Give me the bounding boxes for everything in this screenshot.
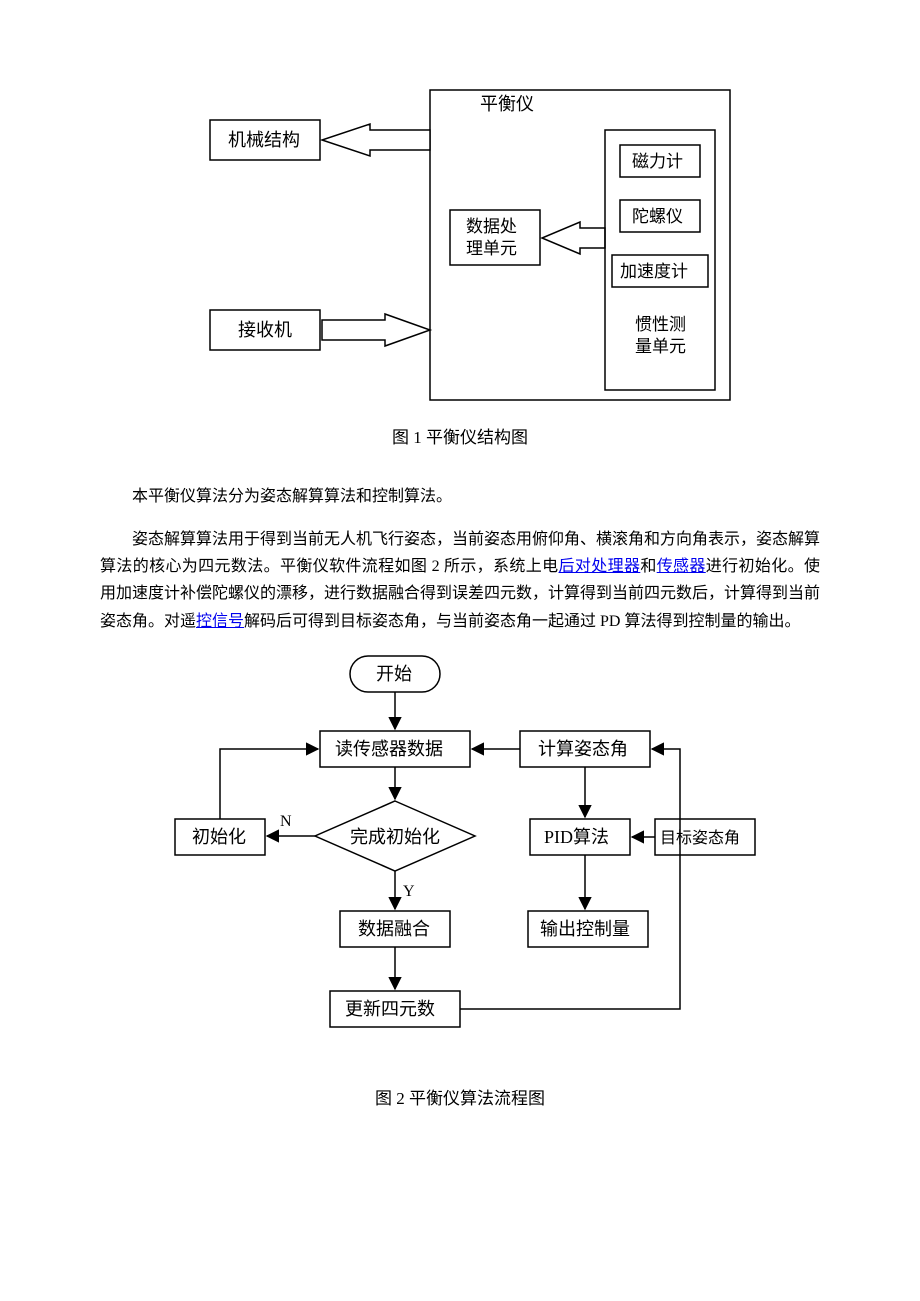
imu-label-1: 惯性测 <box>635 315 686 334</box>
balancer-label: 平衡仪 <box>480 94 534 114</box>
pid-label: PID算法 <box>544 827 609 847</box>
link-control-signal[interactable]: 控信号 <box>196 613 244 630</box>
page: 平衡仪 机械结构 接收机 数据处 理单元 <box>0 0 920 1301</box>
paragraph-1: 本平衡仪算法分为姿态解算算法和控制算法。 <box>100 483 820 510</box>
figure2-caption: 图 2 平衡仪算法流程图 <box>100 1085 820 1114</box>
dpu-label-1: 数据处 <box>466 217 517 236</box>
figure2-svg: 开始 读传感器数据 计算姿态角 完成初始化 初始化 N <box>160 651 760 1071</box>
figure2-flowchart: 开始 读传感器数据 计算姿态角 完成初始化 初始化 N <box>100 651 820 1071</box>
figure1-caption: 图 1 平衡仪结构图 <box>100 424 820 453</box>
p2-part4: 解码后可得到目标姿态角，与当前姿态角一起通过 PD 算法得到控制量的输出。 <box>244 613 800 630</box>
link-sensor[interactable]: 传感器 <box>657 558 706 575</box>
p2-part2: 和 <box>640 558 656 575</box>
output-label: 输出控制量 <box>540 919 630 939</box>
target-label: 目标姿态角 <box>660 829 740 847</box>
read-sensor-label: 读传感器数据 <box>335 739 443 759</box>
n-label: N <box>280 813 292 830</box>
init-done-label: 完成初始化 <box>350 827 440 847</box>
paragraph-2: 姿态解算算法用于得到当前无人机飞行姿态，当前姿态用俯仰角、横滚角和方向角表示，姿… <box>100 526 820 635</box>
calc-attitude-label: 计算姿态角 <box>538 739 628 759</box>
dpu-label-2: 理单元 <box>466 239 517 258</box>
gyroscope-label: 陀螺仪 <box>632 207 683 226</box>
magnetometer-label: 磁力计 <box>632 152 683 171</box>
update-q-label: 更新四元数 <box>345 999 435 1019</box>
fusion-label: 数据融合 <box>358 919 430 939</box>
figure1-block-diagram: 平衡仪 机械结构 接收机 数据处 理单元 <box>100 80 820 410</box>
imu-label-2: 量单元 <box>635 337 686 356</box>
receiver-label: 接收机 <box>238 320 292 340</box>
link-postprocessor[interactable]: 后对处理器 <box>559 558 641 575</box>
mechanical-label: 机械结构 <box>228 130 300 150</box>
accelerometer-label: 加速度计 <box>620 262 688 281</box>
figure1-svg: 平衡仪 机械结构 接收机 数据处 理单元 <box>180 80 740 410</box>
start-label: 开始 <box>376 664 412 684</box>
y-label: Y <box>403 883 415 900</box>
init-label: 初始化 <box>192 827 246 847</box>
